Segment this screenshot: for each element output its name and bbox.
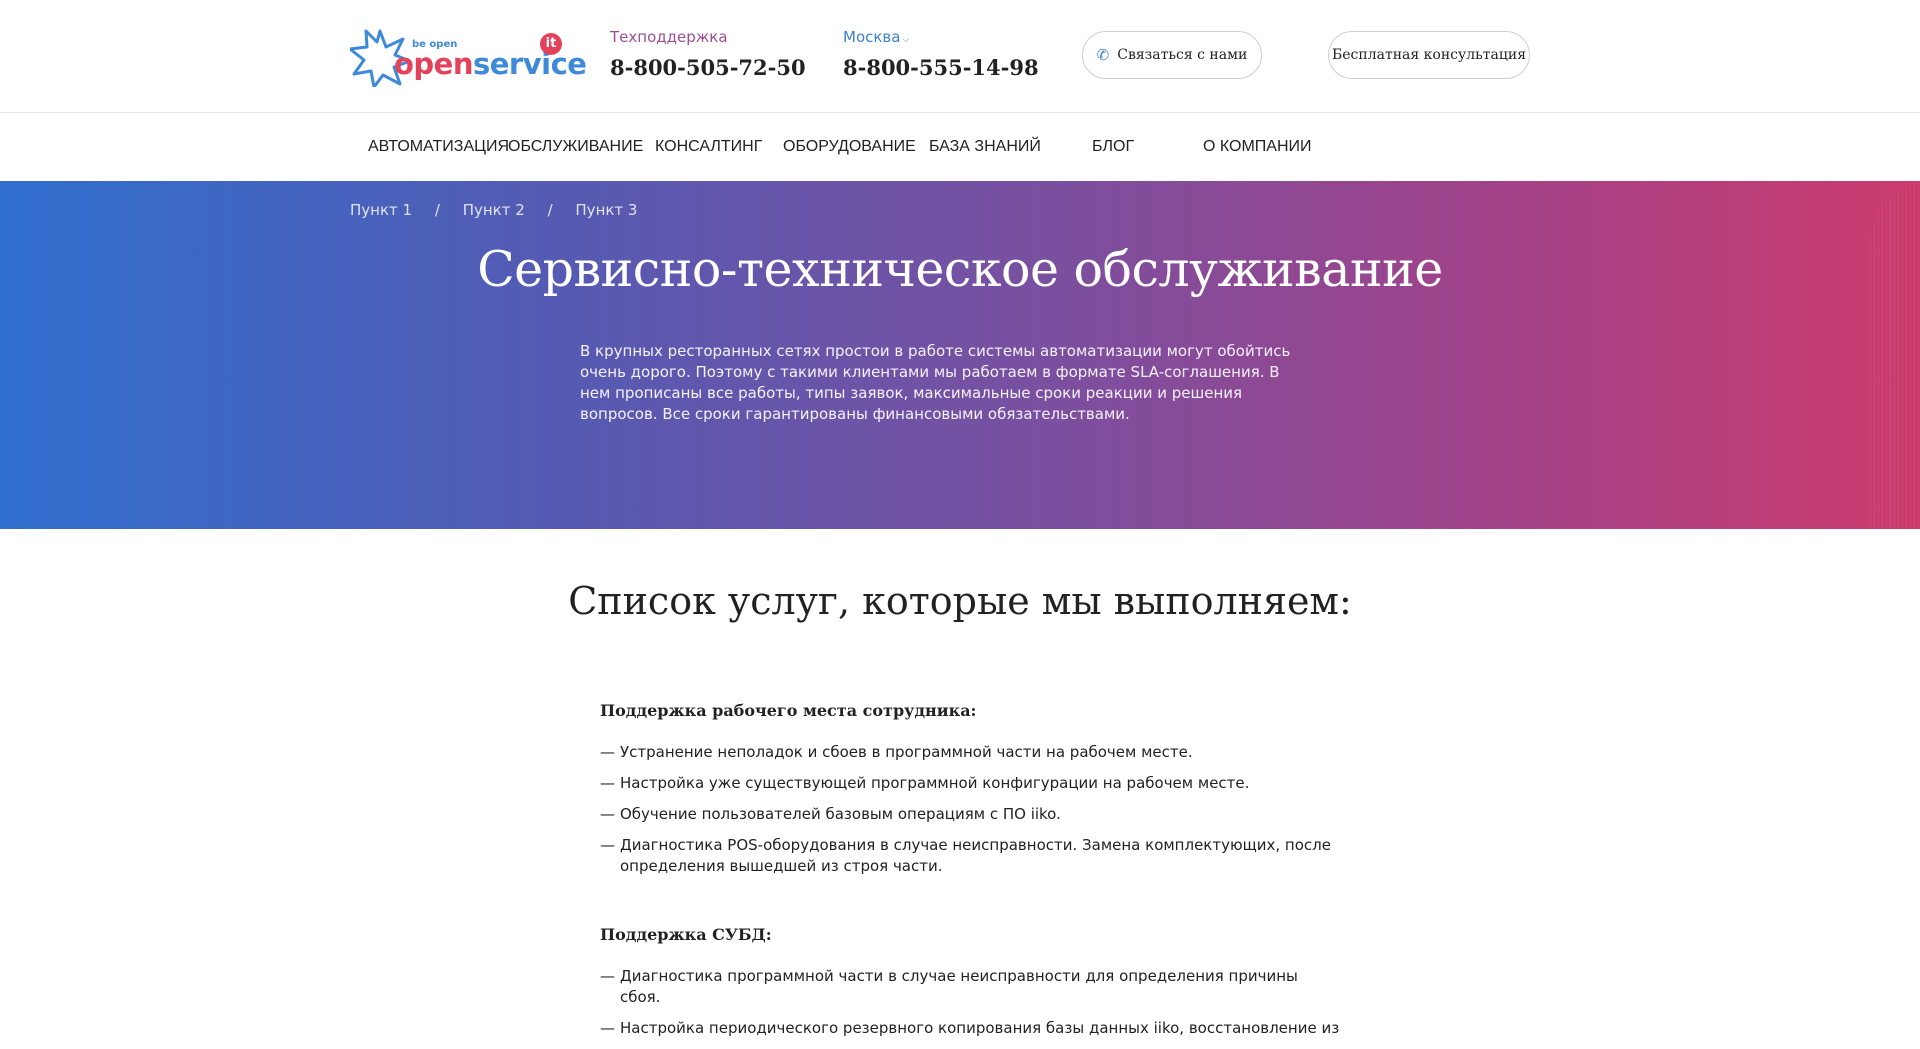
support-phone[interactable]: 8-800-505-72-50 bbox=[610, 55, 806, 80]
hero-banner: Пункт 1 / Пункт 2 / Пункт 3 Сервисно-тех… bbox=[0, 181, 1920, 529]
page-title: Сервисно-техническое обслуживание bbox=[477, 241, 1443, 298]
list-item: — Диагностика программной части в случае … bbox=[600, 967, 1298, 1006]
city-phone[interactable]: 8-800-555-14-98 bbox=[843, 55, 1039, 80]
nav-item-automation[interactable]: Автоматизация bbox=[368, 138, 509, 156]
nav-item-about[interactable]: О компании bbox=[1203, 138, 1312, 156]
services-content: Список услуг, которые мы выполняем: Подд… bbox=[0, 529, 1920, 1037]
site-header: be open openservice it Техподдержка 8-80… bbox=[0, 0, 1920, 113]
list-item: — Настройка уже существующей программной … bbox=[600, 774, 1250, 792]
support-contact: Техподдержка 8-800-505-72-50 bbox=[610, 28, 806, 80]
dash-icon: — bbox=[600, 743, 615, 761]
nav-item-consulting[interactable]: Консалтинг bbox=[655, 138, 762, 156]
service-section: Поддержка СУБД: — Диагностика программной… bbox=[600, 925, 1340, 1049]
dash-icon: — bbox=[600, 967, 615, 985]
list-item: — Обучение пользователей базовым операция… bbox=[600, 805, 1061, 823]
city-contact: Москва ⌵ 8-800-555-14-98 bbox=[843, 28, 1039, 80]
dash-icon: — bbox=[600, 774, 615, 792]
breadcrumb-item-2[interactable]: Пункт 2 bbox=[463, 201, 525, 219]
phone-icon: ✆ bbox=[1096, 46, 1110, 64]
logo-it-badge: it bbox=[540, 33, 562, 55]
nav-item-service[interactable]: Обслуживание bbox=[508, 138, 643, 156]
list-item: — Настройка периодического резервного коп… bbox=[600, 1019, 1340, 1037]
nav-item-knowledge[interactable]: База знаний bbox=[929, 138, 1041, 156]
breadcrumb-item-3: Пункт 3 bbox=[575, 201, 638, 219]
chevron-down-icon: ⌵ bbox=[902, 35, 910, 45]
breadcrumb: Пункт 1 / Пункт 2 / Пункт 3 bbox=[350, 201, 655, 219]
contact-us-button[interactable]: ✆ Связаться с нами bbox=[1082, 31, 1262, 79]
logo[interactable]: be open openservice it bbox=[350, 21, 590, 91]
free-consultation-button[interactable]: Бесплатная консультация bbox=[1328, 31, 1530, 79]
services-title: Список услуг, которые мы выполняем: bbox=[568, 579, 1352, 623]
dash-icon: — bbox=[600, 805, 615, 823]
city-selector[interactable]: Москва ⌵ bbox=[843, 28, 1039, 46]
service-section: Поддержка рабочего места сотрудника: — Ус… bbox=[600, 701, 1340, 887]
hero-description: В крупных ресторанных сетях простои в ра… bbox=[580, 342, 1291, 423]
breadcrumb-separator: / bbox=[434, 201, 440, 219]
list-item: — Диагностика POS-оборудования в случае н… bbox=[600, 836, 1331, 875]
section-heading: Поддержка рабочего места сотрудника: bbox=[600, 701, 977, 720]
contact-us-label: Связаться с нами bbox=[1117, 47, 1248, 63]
hero-decoration bbox=[1870, 181, 1920, 529]
service-list: — Диагностика программной части в случае … bbox=[600, 966, 1340, 1039]
dash-icon: — bbox=[600, 836, 615, 854]
service-list: — Устранение неполадок и сбоев в программ… bbox=[600, 742, 1340, 877]
support-label: Техподдержка bbox=[610, 28, 728, 46]
section-heading: Поддержка СУБД: bbox=[600, 925, 772, 944]
nav-item-blog[interactable]: Блог bbox=[1092, 138, 1134, 156]
main-nav: Автоматизация Обслуживание Консалтинг Об… bbox=[0, 113, 1920, 181]
nav-item-equipment[interactable]: Оборудование bbox=[783, 138, 916, 156]
list-item: — Устранение неполадок и сбоев в программ… bbox=[600, 743, 1193, 761]
dash-icon: — bbox=[600, 1019, 615, 1037]
breadcrumb-item-1[interactable]: Пункт 1 bbox=[350, 201, 412, 219]
breadcrumb-separator: / bbox=[547, 201, 553, 219]
